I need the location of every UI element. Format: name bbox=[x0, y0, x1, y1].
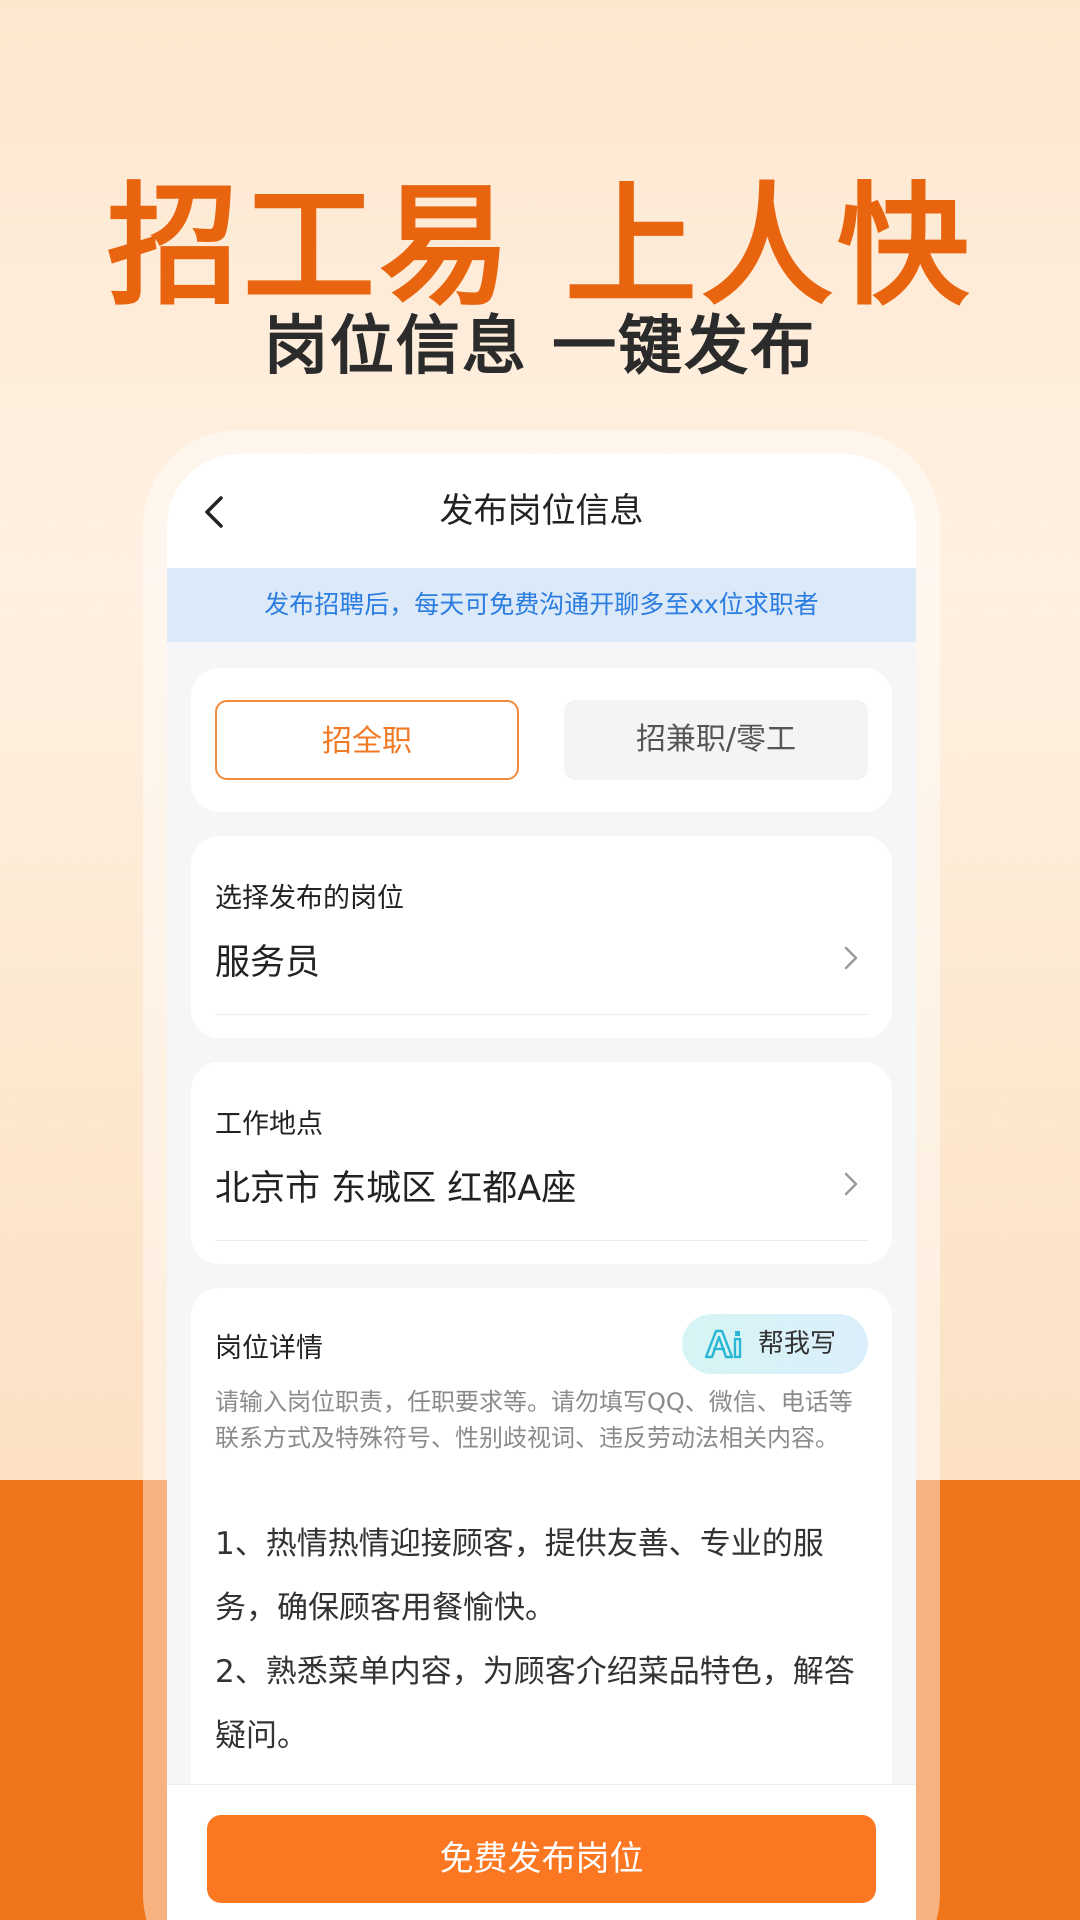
location-value[interactable]: 北京市 东城区 红都A座 bbox=[215, 1160, 576, 1211]
job-type-card: 招全职 招兼职/零工 bbox=[191, 668, 892, 812]
detail-hint-text: 请输入岗位职责，任职要求等。请勿填写QQ、微信、电话等联系方式及特殊符号、性别歧… bbox=[215, 1388, 853, 1452]
position-label: 选择发布的岗位 bbox=[215, 883, 404, 914]
divider bbox=[215, 1014, 868, 1015]
full-time-option[interactable]: 招全职 bbox=[215, 700, 519, 780]
notice-banner: 发布招聘后，每天可免费沟通开聊多至xx位求职者 bbox=[167, 568, 916, 642]
bottom-action-bar: 免费发布岗位 bbox=[167, 1784, 916, 1920]
detail-line: 1、热情热情迎接顾客，提供友善、专业的服务，确保顾客用餐愉快。 bbox=[215, 1526, 824, 1626]
ai-write-button[interactable]: 帮我写 bbox=[682, 1314, 868, 1374]
chevron-right-icon bbox=[844, 946, 858, 970]
position-select-card[interactable]: 选择发布的岗位 服务员 bbox=[191, 836, 892, 1038]
nav-bar: 发布岗位信息 bbox=[167, 454, 916, 568]
part-time-option[interactable]: 招兼职/零工 bbox=[564, 700, 868, 780]
location-select-card[interactable]: 工作地点 北京市 东城区 红都A座 bbox=[191, 1062, 892, 1264]
page-title: 发布岗位信息 bbox=[439, 491, 644, 531]
detail-textarea[interactable]: 1、热情热情迎接顾客，提供友善、专业的服务，确保顾客用餐愉快。 2、熟悉菜单内容… bbox=[215, 1512, 875, 1768]
promo-subheadline: 岗位信息 一键发布 bbox=[263, 310, 817, 384]
detail-line: 2、熟悉菜单内容，为顾客介绍菜品特色，解答疑问。 bbox=[215, 1654, 855, 1754]
chevron-right-icon bbox=[844, 1172, 858, 1196]
publish-button[interactable]: 免费发布岗位 bbox=[207, 1815, 876, 1903]
divider bbox=[215, 1240, 868, 1241]
position-value[interactable]: 服务员 bbox=[215, 934, 320, 985]
ai-icon bbox=[704, 1329, 742, 1359]
phone-screen: 发布岗位信息 发布招聘后，每天可免费沟通开聊多至xx位求职者 招全职 招兼职/零… bbox=[167, 454, 916, 1920]
location-label: 工作地点 bbox=[215, 1109, 323, 1140]
detail-label: 岗位详情 bbox=[215, 1333, 323, 1364]
ai-write-label: 帮我写 bbox=[758, 1329, 837, 1359]
